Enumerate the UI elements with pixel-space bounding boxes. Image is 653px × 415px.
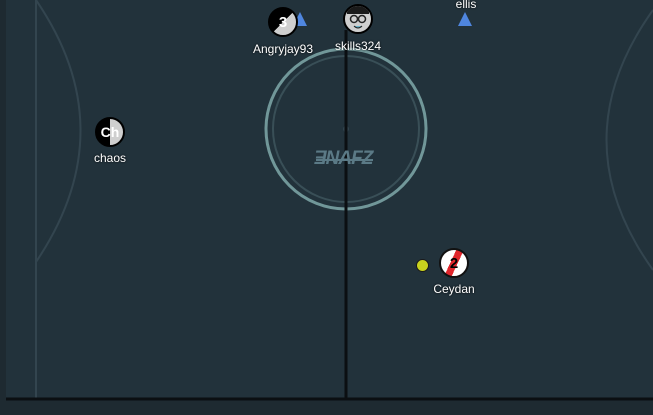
player-badge: 3 [278, 13, 288, 31]
player-name-ellis: ellis [455, 0, 477, 11]
player-marker-ellis-icon[interactable] [458, 12, 472, 26]
face-icon [347, 6, 369, 29]
player-name-angryjay93: Angryjay93 [252, 42, 314, 56]
ball-icon [416, 259, 429, 272]
player-name-skills324: skills324 [334, 39, 382, 53]
player-avatar-ceydan[interactable]: 2 [439, 248, 469, 278]
player-avatar-angryjay93[interactable]: 3 [268, 7, 298, 37]
player-avatar-skills324[interactable] [343, 4, 373, 34]
player-badge: 2 [449, 254, 459, 272]
player-avatar-chaos[interactable]: Ch [95, 117, 125, 147]
field-logo: ƎNAFZ [314, 148, 373, 169]
player-name-ceydan: Ceydan [433, 282, 475, 296]
pitch-markings [0, 0, 653, 415]
game-field: ƎNAFZ 3 Angryjay93 skills324 ellis Ch ch… [0, 0, 653, 415]
player-name-chaos: chaos [93, 151, 127, 165]
player-badge: Ch [100, 124, 120, 140]
